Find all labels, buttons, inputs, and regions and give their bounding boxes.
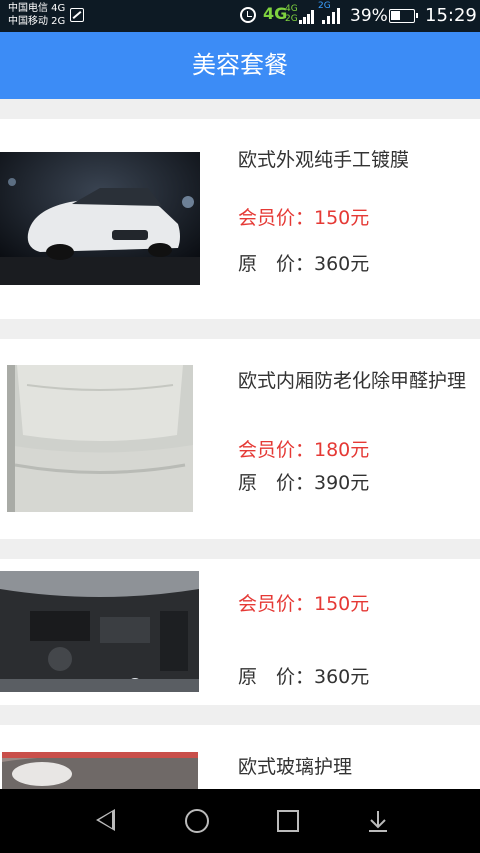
package-item-2[interactable]: 欧式内厢防老化除甲醛护理 会员价：180元 原 价：390元 <box>0 339 480 539</box>
status-bar: 中国电信 4G 中国移动 2G 4G 4G 2G 2G 39% 15:29 <box>0 0 480 32</box>
alarm-icon <box>240 7 256 23</box>
item-image-engine-bay[interactable] <box>0 571 199 692</box>
item-image-glass[interactable] <box>2 752 198 789</box>
recent-apps-icon[interactable] <box>277 810 299 832</box>
page-title: 美容套餐 <box>192 51 288 79</box>
carrier-2: 中国移动 2G <box>8 16 66 27</box>
gallery-notification-icon <box>70 8 84 22</box>
package-item-4[interactable]: 欧式玻璃护理 <box>0 725 480 789</box>
item-image-car-seat[interactable] <box>7 365 193 512</box>
network-small-top: 4G <box>285 4 298 14</box>
member-price: 会员价：180元 <box>238 439 370 461</box>
app-bar: 美容套餐 <box>0 32 480 99</box>
item-image-car-exterior[interactable] <box>0 152 200 285</box>
item-title: 欧式内厢防老化除甲醛护理 <box>238 370 467 392</box>
back-icon[interactable] <box>96 809 115 831</box>
home-icon[interactable] <box>185 809 209 833</box>
carrier-info: 中国电信 4G 中国移动 2G <box>8 2 65 28</box>
member-price: 会员价：150元 <box>238 593 370 615</box>
battery-percent: 39% <box>350 6 388 26</box>
network-4g-label: 4G <box>263 4 288 23</box>
status-time: 15:29 <box>425 5 477 26</box>
package-item-3[interactable]: 会员价：150元 原 价：360元 <box>0 559 480 705</box>
member-price: 会员价：150元 <box>238 207 370 229</box>
item-title: 欧式外观纯手工镀膜 <box>238 149 410 171</box>
original-price: 原 价：360元 <box>238 666 370 688</box>
network-2g-label: 2G <box>318 1 331 11</box>
package-item-1[interactable]: 欧式外观纯手工镀膜 会员价：150元 原 价：360元 <box>0 119 480 319</box>
network-dual-label: 4G 2G <box>285 4 298 24</box>
battery-icon <box>389 9 418 23</box>
original-price: 原 价：390元 <box>238 472 370 494</box>
original-price: 原 价：360元 <box>238 253 370 275</box>
system-nav-bar <box>0 789 480 853</box>
notification-pull-icon[interactable] <box>368 809 388 833</box>
carrier-1: 中国电信 4G <box>8 3 66 14</box>
network-small-bottom: 2G <box>285 14 298 24</box>
item-title: 欧式玻璃护理 <box>238 756 353 778</box>
